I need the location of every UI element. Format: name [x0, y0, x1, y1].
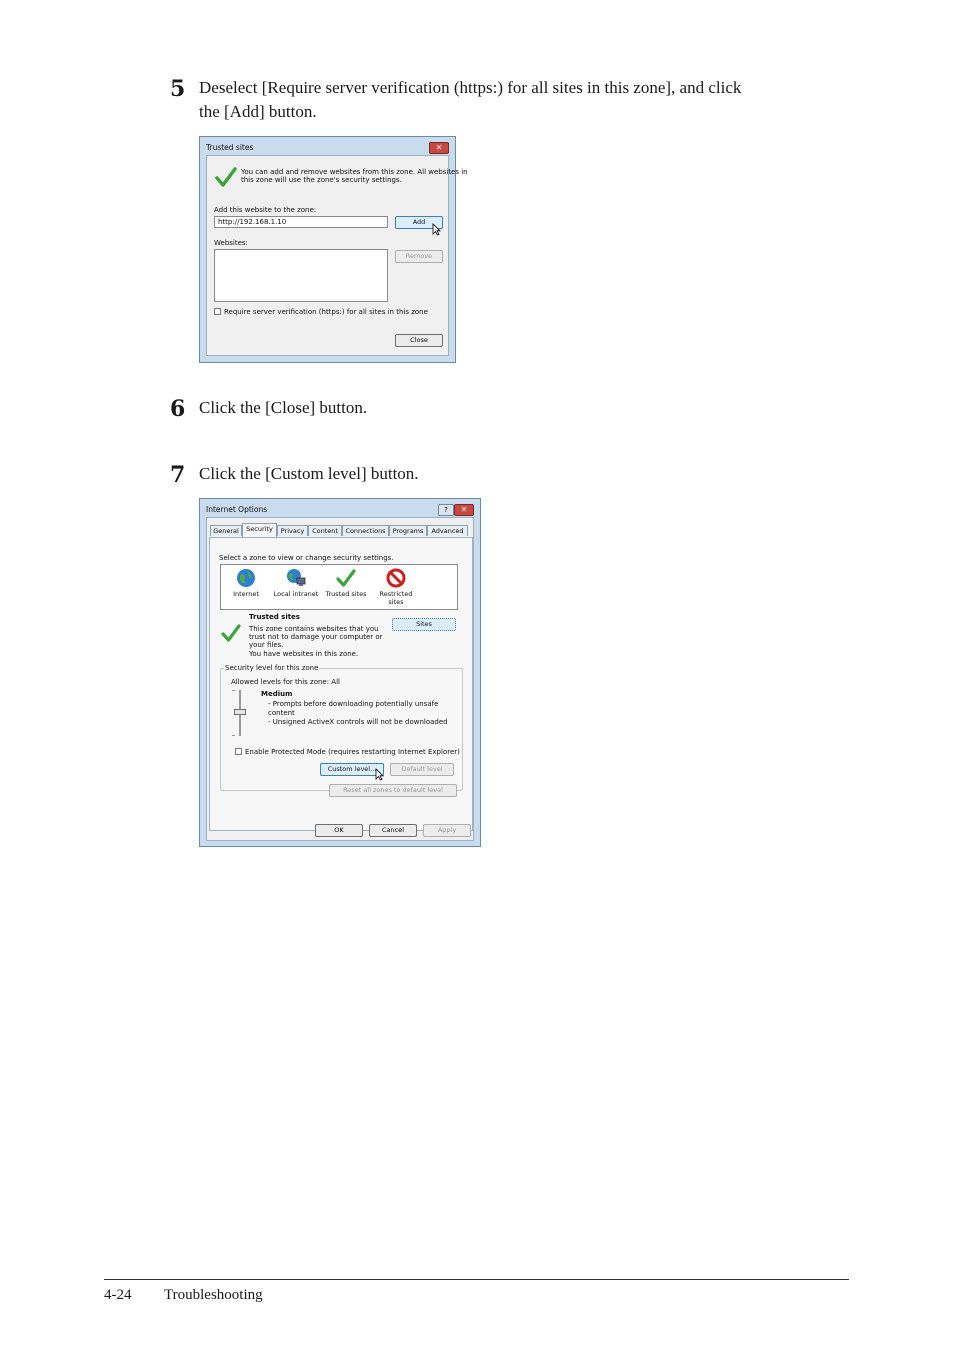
local-intranet-icon: [287, 569, 306, 586]
tab-security[interactable]: Security: [242, 523, 277, 537]
footer-section: Troubleshooting: [164, 1287, 263, 1303]
trusted-sites-dialog: Trusted sites ✕ You can add and remove w…: [199, 136, 468, 363]
step-7-text: Click the [Custom level] button.: [199, 464, 419, 483]
step-5-text-line1: Deselect [Require server verification (h…: [199, 78, 742, 97]
trusted-info-line2: this zone will use the zone's security s…: [241, 176, 402, 184]
remove-button[interactable]: Remove: [395, 250, 443, 263]
zone-list[interactable]: Internet Local intranet Trusted sites Re…: [220, 564, 458, 610]
slider-thumb[interactable]: [234, 709, 246, 715]
mouse-pointer-icon: [375, 768, 384, 781]
tab-programs[interactable]: Programs: [389, 525, 427, 536]
default-level-button[interactable]: Default level: [390, 763, 454, 776]
zone-internet[interactable]: Internet: [223, 568, 269, 598]
internet-options-body: General Security Privacy Content Connect…: [206, 517, 474, 841]
zone-local-intranet[interactable]: Local intranet: [273, 568, 319, 598]
tab-connections[interactable]: Connections: [342, 525, 389, 536]
internet-options-dialog: Internet Options ? ✕ General Security Pr…: [199, 498, 481, 847]
step-6-text: Click the [Close] button.: [199, 398, 368, 417]
tab-advanced[interactable]: Advanced: [427, 525, 468, 536]
step-7-number: 7: [170, 462, 186, 488]
step-5-text-line2: the [Add] button.: [199, 102, 317, 121]
close-button[interactable]: Close: [395, 334, 443, 347]
zone-desc-line1: This zone contains websites that you: [249, 625, 379, 633]
tab-general[interactable]: General: [210, 525, 242, 536]
reset-all-zones-button[interactable]: Reset all zones to default level: [329, 784, 457, 797]
trusted-close-icon[interactable]: ✕: [429, 142, 449, 154]
cancel-button[interactable]: Cancel: [369, 824, 417, 837]
security-tab-panel: Select a zone to view or change security…: [209, 537, 473, 831]
tab-strip: General Security Privacy Content Connect…: [210, 523, 472, 537]
sites-button[interactable]: Sites: [392, 618, 456, 631]
websites-label: Websites:: [214, 239, 248, 247]
protected-mode-checkbox[interactable]: [235, 748, 242, 755]
step-5-number: 5: [170, 76, 186, 102]
select-zone-label: Select a zone to view or change security…: [219, 554, 394, 562]
zone-restricted-sites-label: Restricted sites: [379, 590, 413, 606]
step-6-number: 6: [170, 396, 186, 422]
apply-button[interactable]: Apply: [423, 824, 471, 837]
level-desc-line2: content: [268, 709, 295, 717]
add-website-value: http://192.168.1.10: [218, 218, 287, 226]
mouse-pointer-icon: [432, 223, 441, 236]
tab-privacy[interactable]: Privacy: [277, 525, 308, 536]
zone-restricted-sites[interactable]: Restricted sites: [373, 568, 419, 606]
tab-content[interactable]: Content: [308, 525, 342, 536]
zone-trusted-sites[interactable]: Trusted sites: [323, 568, 369, 598]
help-icon[interactable]: ?: [438, 504, 454, 516]
trusted-sites-dialog-title: Trusted sites: [206, 143, 254, 152]
require-verification-label: Require server verification (https:) for…: [224, 308, 428, 316]
require-verification-checkbox[interactable]: [214, 308, 221, 315]
trusted-sites-body: You can add and remove websites from thi…: [206, 155, 468, 356]
checkmark-icon: [215, 167, 237, 187]
checkmark-icon: [221, 624, 241, 642]
internet-options-title: Internet Options: [206, 505, 268, 514]
zone-heading: Trusted sites: [249, 613, 300, 621]
websites-list[interactable]: [214, 249, 388, 302]
add-website-input[interactable]: http://192.168.1.10: [214, 216, 388, 228]
level-desc-line3: - Unsigned ActiveX controls will not be …: [268, 718, 448, 726]
ok-button[interactable]: OK: [315, 824, 363, 837]
level-desc-line1: - Prompts before downloading potentially…: [268, 700, 439, 708]
security-level-legend: Security level for this zone: [224, 664, 320, 672]
globe-icon: [237, 569, 255, 587]
restricted-icon: [386, 568, 406, 588]
security-level-slider[interactable]: [232, 690, 246, 736]
footer-page-number: 4-24: [104, 1287, 132, 1303]
zone-desc-line4: You have websites in this zone.: [249, 650, 359, 658]
level-name: Medium: [261, 690, 293, 698]
allowed-levels-label: Allowed levels for this zone: All: [231, 678, 340, 686]
zone-desc-line2: trust not to damage your computer or: [249, 633, 383, 641]
zone-internet-label: Internet: [233, 590, 259, 598]
footer-rule: [104, 1279, 849, 1280]
zone-trusted-sites-label: Trusted sites: [325, 590, 367, 598]
zone-local-intranet-label: Local intranet: [273, 590, 319, 598]
options-close-icon[interactable]: ✕: [454, 504, 474, 516]
zone-desc-line3: your files.: [249, 641, 284, 649]
add-website-label: Add this website to the zone:: [214, 206, 317, 214]
checkmark-icon: [336, 569, 356, 587]
protected-mode-label: Enable Protected Mode (requires restarti…: [245, 748, 460, 756]
trusted-info-line1: You can add and remove websites from thi…: [241, 168, 468, 176]
